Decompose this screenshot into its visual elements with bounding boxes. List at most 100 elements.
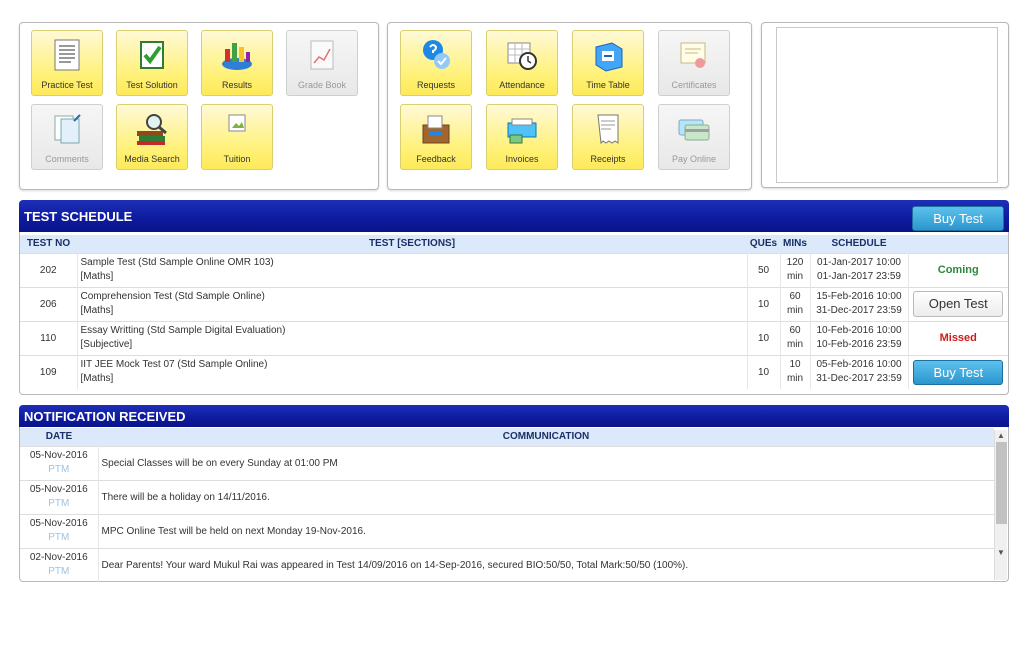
quick-links-panel-services: Requests Attendance Time Table Certificates… [387,22,752,190]
tile-label: Practice Test [41,80,93,90]
date-cell: 05-Nov-2016 PTM [20,479,99,514]
mins-value: 60 [789,291,801,302]
col-test-no: TEST NO [20,235,77,253]
test-section: [Subjective] [80,339,133,350]
test-sections-cell: IIT JEE Mock Test 07 (Std Sample Online)… [77,354,748,389]
results-icon [219,37,255,73]
tile-label: Receipts [590,154,626,164]
notification-row: 05-Nov-2016 PTM MPC Online Test will be he… [20,513,994,548]
mins-cell: 120 min [780,252,811,287]
tile-label: Tuition [223,154,251,164]
test-section: [Maths] [80,305,114,316]
notification-title: NOTIFICATION RECEIVED [24,409,186,424]
notification-text: Special Classes will be on every Sunday … [98,445,994,480]
status-coming: Coming [937,264,979,276]
test-section: [Maths] [80,271,114,282]
tile-media-search[interactable]: Media Search [116,104,188,170]
test-schedule-table: TEST NO TEST [SECTIONS] QUEs MINs SCHEDU… [20,235,1008,389]
tile-receipts[interactable]: Receipts [572,104,644,170]
col-status [908,235,1008,253]
notification-tag: PTM [48,464,70,475]
tile-label: Certificates [671,80,717,90]
notification-header: NOTIFICATION RECEIVED [19,405,1009,427]
notification-scrollbar[interactable]: ▲ ▼ [994,430,1007,580]
mins-value: 10 [789,359,801,371]
tile-pay-online[interactable]: Pay Online [658,104,730,170]
schedule-end: 31-Dec-2017 23:59 [816,373,902,385]
status-cell: Missed [908,320,1008,355]
open-test-button[interactable]: Open Test [913,291,1004,317]
grade-book-icon [304,37,340,73]
tile-attendance[interactable]: Attendance [486,30,558,96]
schedule-cell: 15-Feb-2016 10:00 31-Dec-2017 23:59 [810,286,909,321]
notification-date: 05-Nov-2016 [29,450,88,461]
notification-text: Dear Parents! Your ward Mukul Rai was ap… [98,547,994,582]
buy-test-button[interactable]: Buy Test [912,206,1004,231]
mins-cell: 60 min [780,286,811,321]
tile-label: Test Solution [126,80,178,90]
tile-label: Pay Online [671,154,717,164]
test-no: 109 [20,354,78,389]
tile-label: Results [221,80,252,90]
notification-date: 05-Nov-2016 [29,484,88,495]
comments-icon [49,111,85,147]
practice-test-icon [49,37,85,73]
col-communication: COMMUNICATION [98,428,994,446]
tile-practice-test[interactable]: Practice Test [31,30,103,96]
tile-invoices[interactable]: Invoices [486,104,558,170]
date-cell: 02-Nov-2016 PTM [20,547,99,582]
notification-date: 05-Nov-2016 [29,518,88,529]
mins-unit: min [786,373,804,385]
schedule-end: 31-Dec-2017 23:59 [816,305,902,316]
mins-unit: min [786,339,804,350]
scroll-up-icon[interactable]: ▲ [997,431,1005,440]
quick-links-panel-academics: Practice Test Test Solution Results Grade B… [19,22,379,190]
tile-label: Media Search [124,154,180,164]
test-name: IIT JEE Mock Test 07 (Std Sample Online) [80,359,268,371]
tile-comments[interactable]: Comments [31,104,103,170]
col-ques: QUEs [747,235,780,253]
test-name: Comprehension Test (Std Sample Online) [80,291,265,302]
col-mins: MINs [780,235,810,253]
tile-tuition[interactable]: Tuition [201,104,273,170]
tile-label: Comments [45,154,89,164]
row-buy-test-button[interactable]: Buy Test [913,359,1004,385]
feedback-icon [418,111,454,147]
tile-test-solution[interactable]: Test Solution [116,30,188,96]
tile-feedback[interactable]: Feedback [400,104,472,170]
ques-count: 10 [747,286,781,321]
test-sections-cell: Essay Writting (Std Sample Digital Evalu… [77,320,748,355]
test-no: 110 [20,320,78,355]
tile-grade-book[interactable]: Grade Book [286,30,358,96]
schedule-cell: 01-Jan-2017 10:00 01-Jan-2017 23:59 [810,252,909,287]
test-sections-cell: Sample Test (Std Sample Online OMR 103) [… [77,252,748,287]
certificates-icon [676,37,712,73]
side-panel-content [776,27,998,183]
ques-count: 10 [747,354,781,389]
table-row: 202 Sample Test (Std Sample Online OMR 10… [20,252,1008,287]
notification-tag: PTM [48,498,70,509]
tile-certificates[interactable]: Certificates [658,30,730,96]
test-solution-icon [134,37,170,73]
tile-requests[interactable]: Requests [400,30,472,96]
mins-value: 60 [789,325,801,336]
ques-count: 10 [747,320,781,355]
scroll-thumb[interactable] [996,442,1007,524]
mins-unit: min [786,271,804,282]
notification-table: DATE COMMUNICATION 05-Nov-2016 PTM Special… [20,428,994,582]
side-panel [761,22,1009,188]
status-cell: Open Test [908,286,1008,321]
test-no: 202 [20,252,78,287]
tile-time-table[interactable]: Time Table [572,30,644,96]
tile-results[interactable]: Results [201,30,273,96]
col-schedule: SCHEDULE [810,235,908,253]
test-name: Essay Writting (Std Sample Digital Evalu… [80,325,286,336]
notification-text: MPC Online Test will be held on next Mon… [98,513,994,548]
scroll-down-icon[interactable]: ▼ [997,548,1005,557]
test-section: [Maths] [80,373,114,385]
table-row: 110 Essay Writting (Std Sample Digital Ev… [20,320,1008,355]
test-name: Sample Test (Std Sample Online OMR 103) [80,257,274,268]
invoices-icon [504,111,540,147]
tile-label: Attendance [499,80,545,90]
table-row: 109 IIT JEE Mock Test 07 (Std Sample Onli… [20,354,1008,389]
